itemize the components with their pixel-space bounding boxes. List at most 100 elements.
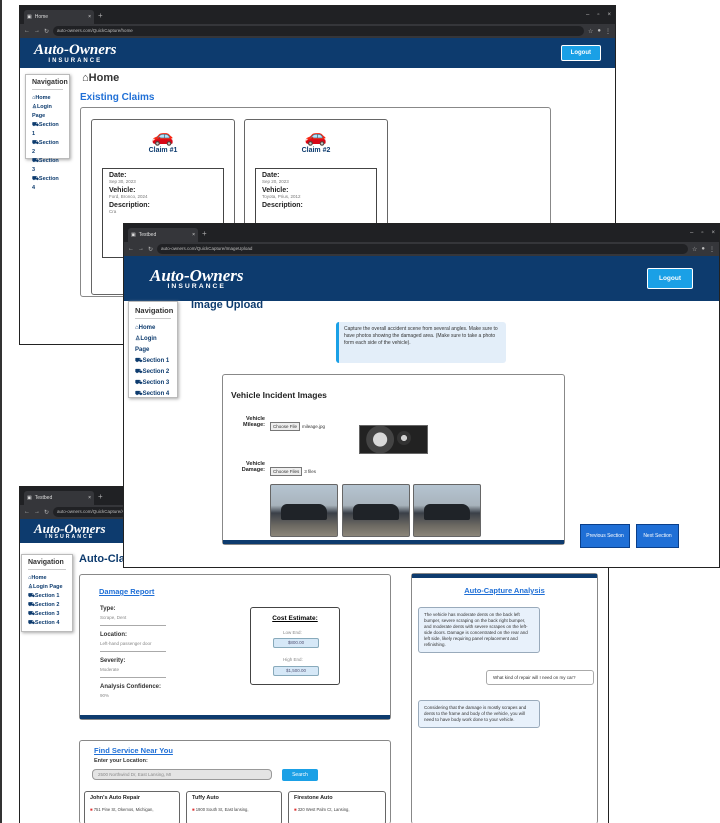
nav-section-2[interactable]: ⛟Section 2 bbox=[32, 139, 63, 157]
browser-window-upload: ▣ Testbed × + – ▫ × ← → ↻ auto-owners.com/Quic… bbox=[123, 223, 720, 568]
close-window-icon[interactable]: × bbox=[711, 230, 715, 236]
browser-tab[interactable]: ▣ Home × bbox=[24, 10, 94, 24]
reload-icon[interactable]: ↻ bbox=[44, 28, 49, 35]
nav-section-3[interactable]: ⛟Section 3 bbox=[135, 378, 171, 389]
nav-section-4[interactable]: ⛟Section 4 bbox=[32, 175, 63, 193]
star-icon[interactable]: ☆ bbox=[588, 28, 593, 35]
analysis-title: Auto-Capture Analysis bbox=[464, 586, 545, 595]
close-tab-icon[interactable]: × bbox=[88, 14, 91, 20]
star-icon[interactable]: ☆ bbox=[692, 246, 697, 253]
browser-tabbar: ▣ Testbed × + – ▫ × bbox=[124, 224, 719, 242]
browser-tab[interactable]: ▣ Testbed × bbox=[24, 491, 94, 505]
profile-icon[interactable]: ● bbox=[597, 28, 601, 34]
file-count: 3 files bbox=[304, 469, 317, 474]
user-message: What kind of repair will I need on my ca… bbox=[486, 670, 594, 685]
location-input[interactable]: 2500 Northwind Dr, East Lansing, MI bbox=[92, 769, 272, 780]
navigation-panel: Navigation ⌂Home ♙Login Page ⛟Section 1 … bbox=[21, 554, 73, 632]
car-icon: 🚗 bbox=[151, 126, 175, 146]
close-tab-icon[interactable]: × bbox=[88, 495, 91, 501]
minimize-icon[interactable]: – bbox=[690, 230, 693, 236]
close-tab-icon[interactable]: × bbox=[192, 232, 195, 238]
cost-estimate-box: Cost Estimate: Low End: $800.00 High End… bbox=[250, 607, 340, 685]
high-value: $1,500.00 bbox=[273, 666, 319, 676]
profile-icon[interactable]: ● bbox=[701, 246, 705, 252]
next-section-button[interactable]: Next Section bbox=[636, 524, 679, 548]
reload-icon[interactable]: ↻ bbox=[44, 509, 49, 516]
damage-file-input[interactable]: Choose Files 3 files bbox=[270, 467, 316, 476]
address-bar-row: ← → ↻ auto-owners.com/QuickCapture/home ☆ ●… bbox=[20, 24, 615, 38]
nav-section-4[interactable]: ⛟Section 4 bbox=[135, 389, 171, 400]
browser-tab[interactable]: ▣ Testbed × bbox=[128, 228, 198, 242]
forward-icon[interactable]: → bbox=[34, 509, 40, 515]
car-icon: ⛟ bbox=[135, 380, 143, 386]
section-title: Existing Claims bbox=[80, 92, 155, 103]
forward-icon[interactable]: → bbox=[138, 246, 144, 252]
forward-icon[interactable]: → bbox=[34, 28, 40, 34]
brand-logo[interactable]: Auto-Owners INSURANCE bbox=[150, 267, 244, 291]
logout-button[interactable]: Logout bbox=[646, 268, 693, 289]
back-icon[interactable]: ← bbox=[24, 28, 30, 34]
new-tab-icon[interactable]: + bbox=[98, 11, 103, 20]
claim-title: Claim #1 bbox=[148, 147, 178, 154]
car-icon: ⛟ bbox=[135, 369, 143, 375]
tab-favicon: ▣ bbox=[27, 495, 32, 501]
logout-button[interactable]: Logout bbox=[560, 45, 601, 61]
url-field[interactable]: auto-owners.com/QuickCapture/ImageUpload bbox=[157, 244, 688, 254]
reload-icon[interactable]: ↻ bbox=[148, 246, 153, 253]
confidence-value: 90% bbox=[100, 693, 110, 698]
assistant-message: Considering that the damage is mostly sc… bbox=[418, 700, 540, 728]
menu-icon[interactable]: ⋮ bbox=[605, 28, 611, 35]
damage-photo bbox=[342, 484, 410, 537]
nav-section-1[interactable]: ⛟Section 1 bbox=[135, 356, 171, 367]
severity-label: Severity: bbox=[100, 658, 126, 664]
previous-section-button[interactable]: Previous Section bbox=[580, 524, 630, 548]
nav-section-1[interactable]: ⛟Section 1 bbox=[28, 592, 66, 601]
brand-logo[interactable]: Auto-Owners INSURANCE bbox=[34, 522, 106, 540]
nav-section-1[interactable]: ⛟Section 1 bbox=[32, 121, 63, 139]
tab-favicon: ▣ bbox=[131, 232, 136, 238]
nav-section-2[interactable]: ⛟Section 2 bbox=[28, 601, 66, 610]
low-label: Low End: bbox=[283, 630, 302, 635]
car-icon: ⛟ bbox=[32, 140, 39, 146]
service-card[interactable]: John's Auto Repair 751 Pine St, Okemos, … bbox=[84, 791, 180, 823]
maximize-icon[interactable]: ▫ bbox=[597, 12, 599, 18]
window-controls: – ▫ × bbox=[690, 230, 715, 236]
close-window-icon[interactable]: × bbox=[607, 12, 611, 18]
card-bottom-bar bbox=[223, 540, 564, 544]
back-icon[interactable]: ← bbox=[24, 509, 30, 515]
nav-section-4[interactable]: ⛟Section 4 bbox=[28, 619, 66, 628]
menu-icon[interactable]: ⋮ bbox=[709, 246, 715, 253]
car-icon: ⛟ bbox=[28, 611, 35, 617]
new-tab-icon[interactable]: + bbox=[202, 229, 207, 238]
brand-logo[interactable]: Auto-Owners INSURANCE bbox=[34, 42, 117, 64]
mileage-file-input[interactable]: Choose File mileage.jpg bbox=[270, 422, 325, 431]
choose-files-button[interactable]: Choose Files bbox=[270, 467, 303, 476]
nav-home[interactable]: ⌂Home bbox=[135, 323, 171, 334]
card-title: Vehicle Incident Images bbox=[231, 390, 327, 400]
nav-home[interactable]: ⌂Home bbox=[28, 574, 66, 583]
minimize-icon[interactable]: – bbox=[586, 12, 589, 18]
choose-file-button[interactable]: Choose File bbox=[270, 422, 301, 431]
nav-login[interactable]: ♙Login Page bbox=[32, 103, 63, 121]
url-field[interactable]: auto-owners.com/QuickCapture/home bbox=[53, 26, 584, 36]
search-button[interactable]: Search bbox=[282, 769, 318, 781]
car-icon: ⛟ bbox=[32, 122, 39, 128]
nav-section-3[interactable]: ⛟Section 3 bbox=[32, 157, 63, 175]
back-icon[interactable]: ← bbox=[128, 246, 134, 252]
nav-section-3[interactable]: ⛟Section 3 bbox=[28, 610, 66, 619]
new-tab-icon[interactable]: + bbox=[98, 492, 103, 501]
car-icon: ⛟ bbox=[135, 391, 143, 397]
damage-report-title: Damage Report bbox=[99, 587, 155, 596]
service-card[interactable]: Firestone Auto 320 West Palm Ct, Lansing… bbox=[288, 791, 386, 823]
nav-section-2[interactable]: ⛟Section 2 bbox=[135, 367, 171, 378]
service-card[interactable]: Tuffy Auto 1900 South St, East lansing, bbox=[186, 791, 282, 823]
type-value: Scrape, Dent bbox=[100, 615, 127, 620]
maximize-icon[interactable]: ▫ bbox=[701, 230, 703, 236]
navigation-panel: Navigation ⌂Home ♙Login Page ⛟Section 1 … bbox=[128, 301, 178, 398]
nav-login[interactable]: ♙Login Page bbox=[28, 583, 66, 592]
nav-home[interactable]: ⌂Home bbox=[32, 94, 63, 103]
left-border-line bbox=[0, 0, 2, 823]
page-title: Auto-Clai bbox=[79, 553, 128, 565]
home-icon: ⌂ bbox=[82, 72, 89, 84]
nav-login[interactable]: ♙Login Page bbox=[135, 334, 171, 356]
